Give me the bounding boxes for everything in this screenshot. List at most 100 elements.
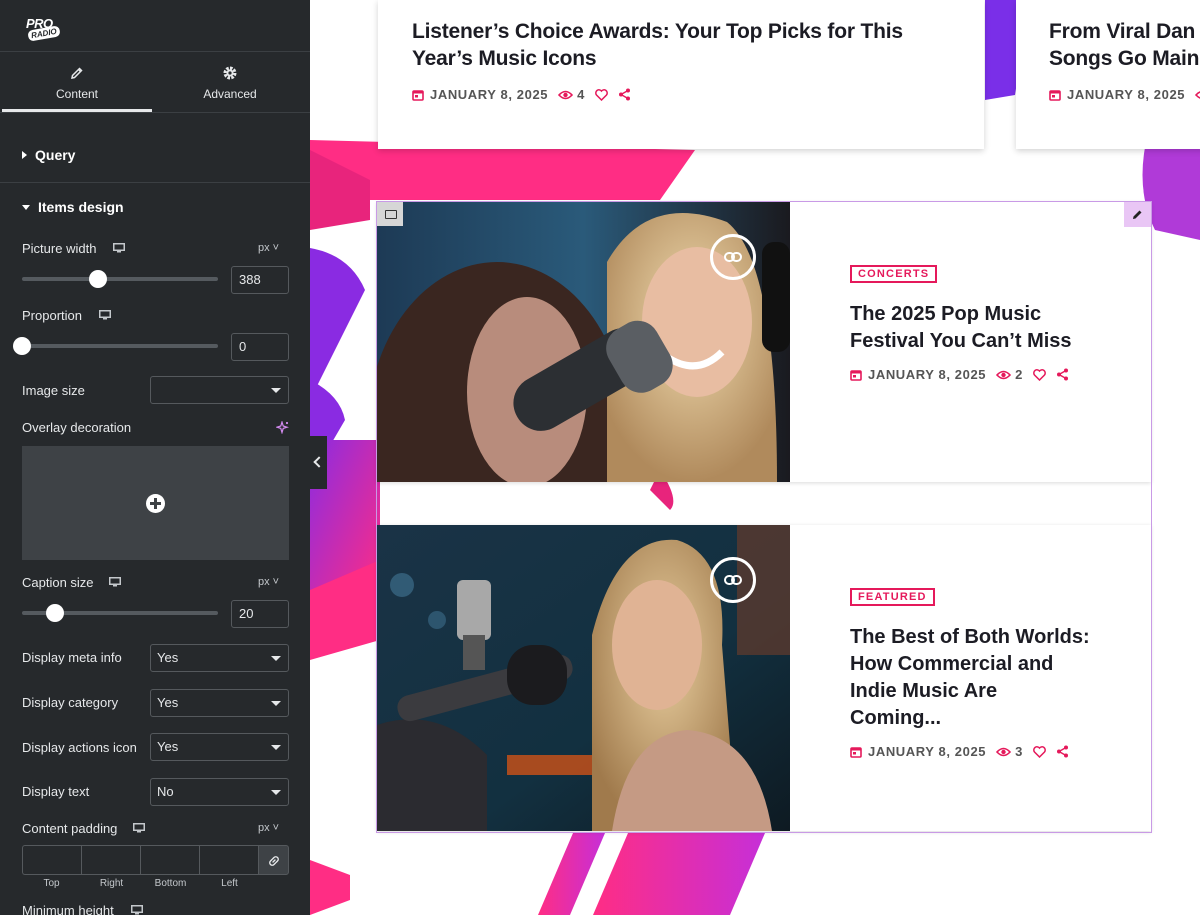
post-item[interactable]: FEATURED The Best of Both Worlds: How Co… — [377, 525, 1151, 831]
padding-top-input[interactable] — [22, 845, 81, 875]
proportion-label: Proportion — [22, 308, 82, 323]
padding-left-input[interactable] — [199, 845, 258, 875]
tab-advanced-label: Advanced — [203, 87, 257, 101]
eye-icon — [558, 90, 574, 99]
responsive-desktop-icon[interactable] — [99, 310, 111, 320]
post-title[interactable]: The 2025 Pop Music Festival You Can’t Mi… — [850, 301, 1090, 355]
unit-text: px — [258, 576, 270, 588]
post-image[interactable] — [377, 202, 790, 482]
post-meta: JANUARY 8, 2025 2 — [850, 367, 1090, 382]
calendar-icon — [850, 369, 862, 381]
heart-icon[interactable] — [1033, 368, 1046, 381]
divider — [0, 112, 310, 113]
responsive-desktop-icon[interactable] — [131, 905, 143, 915]
link-icon — [724, 575, 742, 585]
caption-size-label: Caption size — [22, 575, 94, 590]
responsive-desktop-icon[interactable] — [109, 577, 121, 587]
tab-content-label: Content — [55, 87, 99, 101]
pro-radio-logo[interactable]: PRO RADIO — [22, 14, 66, 44]
display-meta-info-select[interactable]: Yes — [150, 644, 289, 672]
caret-down-icon — [22, 204, 30, 210]
responsive-desktop-icon[interactable] — [133, 823, 145, 833]
tab-advanced[interactable]: Advanced — [155, 52, 305, 112]
edit-widget-button[interactable] — [1124, 202, 1151, 227]
overlay-decoration-label: Overlay decoration — [22, 420, 132, 435]
responsive-desktop-icon[interactable] — [113, 243, 125, 253]
permalink-button[interactable] — [710, 557, 756, 603]
post-title[interactable]: The Best of Both Worlds: How Commercial … — [850, 624, 1090, 732]
section-query[interactable]: Query — [22, 147, 75, 163]
post-date: JANUARY 8, 2025 — [868, 367, 987, 382]
share-icon[interactable] — [618, 88, 631, 101]
post-date: JANUARY 8, 2025 — [1067, 87, 1186, 102]
share-icon[interactable] — [1056, 368, 1069, 381]
dropdown-arrow-icon — [271, 701, 281, 706]
padding-right-input[interactable] — [81, 845, 140, 875]
tab-content[interactable]: Content — [2, 52, 152, 112]
select-value: Yes — [157, 739, 179, 754]
proportion-input[interactable]: 0 — [231, 333, 289, 361]
calendar-icon — [850, 746, 862, 758]
display-actions-icon-label: Display actions icon — [22, 740, 137, 755]
picture-width-slider[interactable] — [22, 270, 218, 288]
padding-bottom-label: Bottom — [154, 878, 187, 889]
add-image-icon[interactable] — [146, 494, 165, 513]
post-title[interactable]: Listener’s Choice Awards: Your Top Picks… — [412, 18, 903, 72]
ai-sparkle-icon[interactable] — [276, 421, 289, 434]
caption-size-unit[interactable]: px ˅ — [258, 576, 279, 588]
select-value: No — [157, 784, 174, 799]
minimum-height-label: Minimum height — [22, 903, 114, 915]
post-title[interactable]: From Viral Dan Songs Go Main — [1049, 18, 1199, 72]
picture-width-input[interactable]: 388 — [231, 266, 289, 294]
slider-handle[interactable] — [46, 604, 65, 622]
padding-right-label: Right — [99, 878, 124, 889]
caption-size-slider[interactable] — [22, 604, 218, 622]
overlay-image-picker[interactable] — [22, 446, 289, 560]
display-category-select[interactable]: Yes — [150, 689, 289, 717]
slider-handle[interactable] — [89, 270, 108, 288]
caret-right-icon — [22, 151, 27, 159]
permalink-button[interactable] — [710, 234, 756, 280]
post-card[interactable]: From Viral Dan Songs Go Main JANUARY 8, … — [1016, 0, 1200, 149]
padding-top-label: Top — [43, 878, 60, 889]
post-item[interactable]: CONCERTS The 2025 Pop Music Festival You… — [377, 202, 1151, 482]
category-badge[interactable]: CONCERTS — [850, 265, 938, 283]
post-card[interactable]: Listener’s Choice Awards: Your Top Picks… — [378, 0, 984, 149]
divider — [0, 182, 310, 183]
section-query-label: Query — [35, 147, 76, 163]
link-icon — [269, 856, 279, 866]
section-items-design[interactable]: Items design — [22, 199, 124, 215]
post-date: JANUARY 8, 2025 — [868, 744, 987, 759]
share-icon[interactable] — [1056, 745, 1069, 758]
view-count: 4 — [577, 87, 585, 102]
heart-icon[interactable] — [1033, 745, 1046, 758]
post-date: JANUARY 8, 2025 — [430, 87, 549, 102]
eye-icon — [996, 747, 1012, 756]
title-line-1: From Viral Dan — [1049, 20, 1196, 43]
picture-width-unit[interactable]: px ˅ — [258, 242, 279, 254]
content-padding-unit[interactable]: px ˅ — [258, 822, 279, 834]
collapse-panel-button[interactable] — [310, 436, 327, 489]
display-actions-icon-select[interactable]: Yes — [150, 733, 289, 761]
title-line-2: Year’s Music Icons — [412, 47, 597, 70]
post-meta: JANUARY 8, 2025 4 — [412, 87, 631, 102]
title-line-2: Songs Go Main — [1049, 47, 1200, 70]
padding-bottom-input[interactable] — [140, 845, 199, 875]
widget-handle-icon[interactable] — [377, 202, 403, 226]
heart-icon[interactable] — [595, 88, 608, 101]
unit-text: px — [258, 822, 270, 834]
proportion-slider[interactable] — [13, 337, 218, 355]
category-badge[interactable]: FEATURED — [850, 588, 935, 606]
link-values-button[interactable] — [258, 845, 289, 875]
calendar-icon — [412, 89, 424, 101]
dropdown-arrow-icon — [271, 388, 281, 393]
post-image[interactable] — [377, 525, 790, 831]
slider-handle[interactable] — [13, 337, 31, 355]
display-text-label: Display text — [22, 784, 90, 799]
padding-left-label: Left — [221, 878, 238, 889]
display-text-select[interactable]: No — [150, 778, 289, 806]
caption-size-input[interactable]: 20 — [231, 600, 289, 628]
calendar-icon — [1049, 89, 1061, 101]
image-size-select[interactable] — [150, 376, 289, 404]
post-meta: JANUARY 8, 2025 3 — [850, 744, 1090, 759]
